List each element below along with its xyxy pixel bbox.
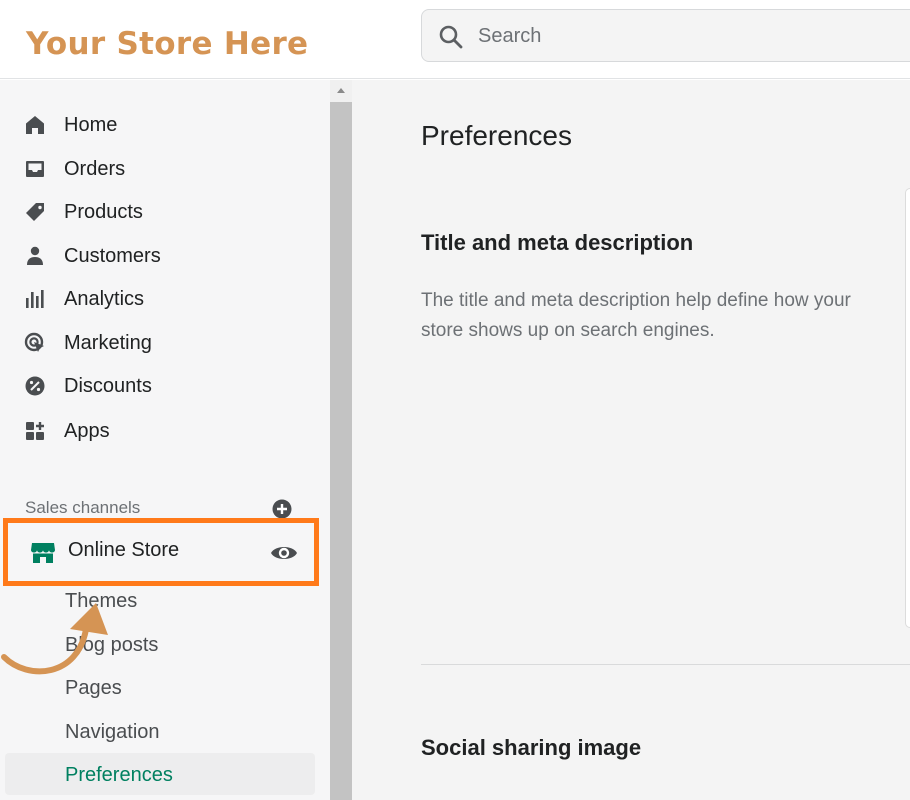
sidebar-item-label: Apps [64,419,110,442]
target-icon [20,330,54,356]
sidebar-item-label: Orders [64,157,126,180]
sidebar-item-apps[interactable]: Apps [20,414,310,448]
apps-icon [20,418,54,444]
sidebar-item-label: Products [64,200,143,223]
eye-icon[interactable] [270,541,298,565]
section-description-meta: The title and meta description help defi… [421,290,851,341]
sidebar-item-analytics[interactable]: Analytics [20,282,310,316]
search-input[interactable] [476,20,896,52]
sidebar-item-discounts[interactable]: Discounts [20,369,310,403]
sidebar-item-orders[interactable]: Orders [20,152,310,186]
store-icon [31,543,55,563]
top-bar: Your Store Here [0,0,910,79]
sidebar-item-label: Customers [64,244,161,267]
discount-icon [20,373,54,399]
bar-chart-icon [20,286,54,312]
sidebar: Home Orders Products Customers Analytics… [0,80,330,800]
sidebar-item-products[interactable]: Products [20,195,310,229]
sidebar-item-marketing[interactable]: Marketing [20,326,310,360]
search-bar[interactable] [421,9,910,62]
scroll-up-arrow-icon[interactable] [330,80,352,102]
sales-channels-heading: Sales channels [25,498,141,517]
sidebar-scrollbar[interactable] [330,80,352,800]
section-title-social-image: Social sharing image [421,735,642,760]
section-title-meta: Title and meta description [421,230,694,255]
sidebar-item-label: Home [64,113,118,136]
search-icon [439,25,463,49]
sidebar-subitem-preferences[interactable]: Preferences [65,764,173,787]
inbox-icon [20,156,54,182]
tag-icon [20,199,54,225]
plus-circle-icon[interactable] [271,498,293,520]
person-icon [20,243,54,269]
sidebar-item-customers[interactable]: Customers [20,239,310,273]
store-logo[interactable]: Your Store Here [26,26,308,62]
main-content: Preferences Title and meta description T… [352,80,910,800]
online-store-label: Online Store [68,539,180,561]
home-icon [20,112,54,138]
sidebar-item-label: Discounts [64,374,152,397]
section-divider [421,664,910,665]
sidebar-item-online-store[interactable]: Online Store [3,518,319,586]
page-title: Preferences [421,120,572,151]
sidebar-item-label: Analytics [64,287,145,310]
sidebar-item-label: Marketing [64,331,152,354]
sidebar-subitem-navigation[interactable]: Navigation [65,721,160,744]
sidebar-item-home[interactable]: Home [20,108,310,142]
settings-card-edge [905,188,910,628]
curved-arrow-annotation [1,603,108,675]
scrollbar-thumb[interactable] [330,102,352,800]
